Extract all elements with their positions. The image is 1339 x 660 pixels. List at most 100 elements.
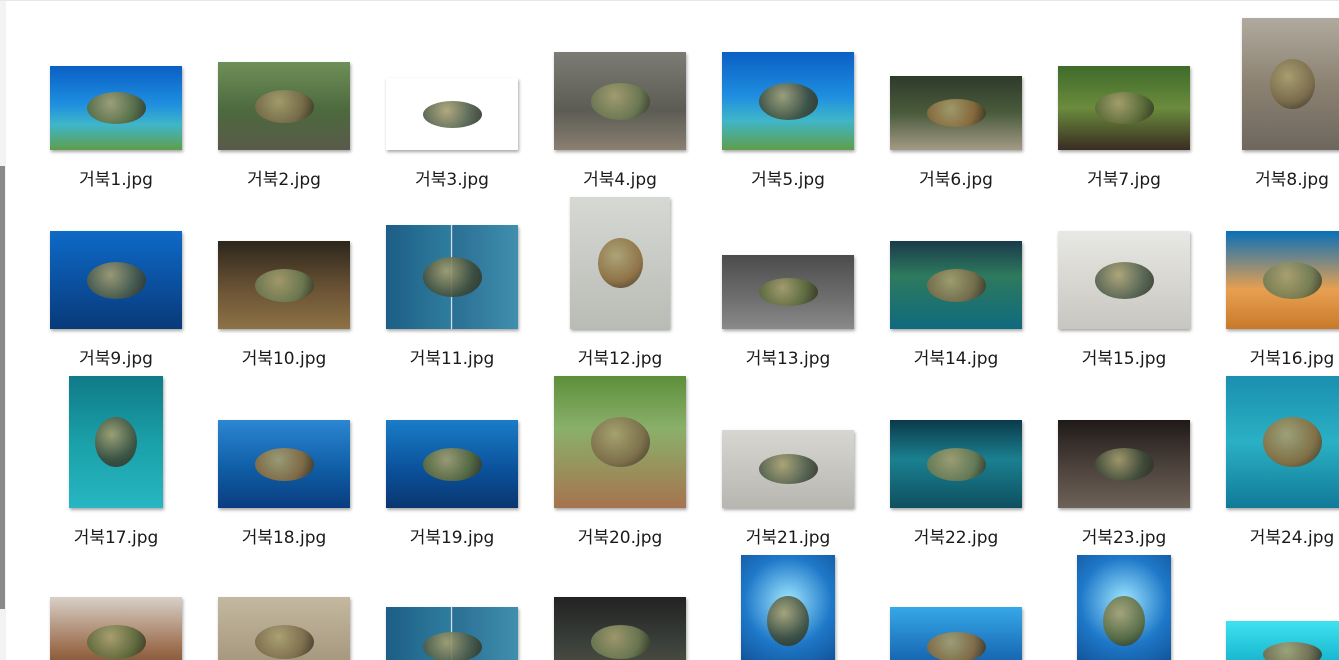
image-thumbnail[interactable] bbox=[554, 597, 686, 660]
image-thumbnail[interactable] bbox=[741, 555, 835, 660]
file-item[interactable]: 거북8.jpg bbox=[1208, 10, 1339, 190]
image-thumbnail[interactable] bbox=[386, 225, 518, 329]
file-item[interactable]: 거북23.jpg bbox=[1040, 368, 1208, 548]
file-name-label: 거북21.jpg bbox=[745, 528, 831, 548]
image-thumbnail[interactable] bbox=[218, 420, 350, 508]
file-name-label: 거북19.jpg bbox=[409, 528, 495, 548]
image-thumbnail[interactable] bbox=[69, 376, 163, 508]
scrollbar-thumb[interactable] bbox=[0, 166, 5, 609]
image-thumbnail[interactable] bbox=[218, 597, 350, 660]
file-item[interactable]: 거북20.jpg bbox=[536, 368, 704, 548]
image-thumbnail[interactable] bbox=[722, 52, 854, 150]
file-item[interactable]: 거북19.jpg bbox=[368, 368, 536, 548]
thumbnail-frame bbox=[32, 10, 200, 150]
turtle-shape bbox=[87, 92, 146, 124]
image-thumbnail[interactable] bbox=[218, 62, 350, 150]
file-item[interactable]: 거북7.jpg bbox=[1040, 10, 1208, 190]
image-thumbnail[interactable] bbox=[890, 241, 1022, 329]
thumbnail-frame bbox=[1208, 547, 1339, 660]
file-name-label: 거북2.jpg bbox=[247, 170, 321, 190]
image-thumbnail[interactable] bbox=[50, 66, 182, 150]
file-item[interactable] bbox=[1208, 547, 1339, 660]
file-item[interactable]: 거북4.jpg bbox=[536, 10, 704, 190]
thumbnail-frame bbox=[32, 547, 200, 660]
file-name-label: 거북22.jpg bbox=[913, 528, 999, 548]
vertical-scrollbar[interactable] bbox=[0, 1, 6, 660]
thumbnail-frame bbox=[368, 10, 536, 150]
file-item[interactable] bbox=[368, 547, 536, 660]
file-item[interactable] bbox=[872, 547, 1040, 660]
turtle-shape bbox=[591, 625, 650, 659]
file-item[interactable]: 거북5.jpg bbox=[704, 10, 872, 190]
file-item[interactable]: 거북1.jpg bbox=[32, 10, 200, 190]
file-item[interactable]: 거북14.jpg bbox=[872, 189, 1040, 369]
image-thumbnail[interactable] bbox=[218, 241, 350, 329]
image-thumbnail[interactable] bbox=[1226, 376, 1339, 508]
thumbnail-frame bbox=[200, 368, 368, 508]
file-item[interactable] bbox=[32, 547, 200, 660]
image-thumbnail[interactable] bbox=[554, 376, 686, 508]
image-thumbnail[interactable] bbox=[1058, 420, 1190, 508]
file-item[interactable]: 거북18.jpg bbox=[200, 368, 368, 548]
file-item[interactable]: 거북11.jpg bbox=[368, 189, 536, 369]
file-name-label: 거북12.jpg bbox=[577, 349, 663, 369]
thumbnail-frame bbox=[1040, 10, 1208, 150]
file-item[interactable]: 거북15.jpg bbox=[1040, 189, 1208, 369]
turtle-shape bbox=[1103, 596, 1145, 646]
file-item[interactable] bbox=[200, 547, 368, 660]
image-thumbnail[interactable] bbox=[570, 197, 670, 329]
file-item[interactable]: 거북3.jpg bbox=[368, 10, 536, 190]
file-name-label: 거북13.jpg bbox=[745, 349, 831, 369]
thumbnail-frame bbox=[872, 10, 1040, 150]
image-thumbnail[interactable] bbox=[386, 78, 518, 150]
file-item[interactable]: 거북17.jpg bbox=[32, 368, 200, 548]
file-item[interactable] bbox=[704, 547, 872, 660]
file-item[interactable]: 거북6.jpg bbox=[872, 10, 1040, 190]
image-thumbnail[interactable] bbox=[1058, 66, 1190, 150]
file-item[interactable]: 거북24.jpg bbox=[1208, 368, 1339, 548]
turtle-shape bbox=[1263, 262, 1322, 299]
thumbnail-frame bbox=[872, 189, 1040, 329]
file-item[interactable]: 거북2.jpg bbox=[200, 10, 368, 190]
turtle-shape bbox=[255, 625, 314, 659]
file-item[interactable]: 거북13.jpg bbox=[704, 189, 872, 369]
turtle-shape bbox=[423, 448, 482, 481]
image-thumbnail[interactable] bbox=[722, 255, 854, 329]
thumbnail-frame bbox=[1208, 368, 1339, 508]
image-thumbnail[interactable] bbox=[890, 420, 1022, 508]
image-thumbnail[interactable] bbox=[554, 52, 686, 150]
turtle-shape bbox=[591, 417, 650, 467]
turtle-shape bbox=[759, 278, 818, 306]
image-thumbnail[interactable] bbox=[1077, 555, 1171, 660]
file-item[interactable]: 거북21.jpg bbox=[704, 368, 872, 548]
thumbnail-frame bbox=[704, 189, 872, 329]
turtle-shape bbox=[927, 448, 986, 481]
image-thumbnail[interactable] bbox=[50, 597, 182, 660]
image-thumbnail[interactable] bbox=[890, 607, 1022, 660]
turtle-shape bbox=[1095, 262, 1154, 299]
image-thumbnail[interactable] bbox=[1226, 621, 1339, 660]
file-item[interactable]: 거북12.jpg bbox=[536, 189, 704, 369]
file-item[interactable]: 거북9.jpg bbox=[32, 189, 200, 369]
turtle-shape bbox=[255, 90, 314, 123]
image-thumbnail[interactable] bbox=[722, 430, 854, 508]
thumbnail-frame bbox=[872, 547, 1040, 660]
image-thumbnail[interactable] bbox=[1226, 231, 1339, 329]
file-item[interactable]: 거북16.jpg bbox=[1208, 189, 1339, 369]
turtle-shape bbox=[423, 101, 482, 128]
file-name-label: 거북6.jpg bbox=[919, 170, 993, 190]
thumbnail-frame bbox=[1040, 368, 1208, 508]
file-item[interactable] bbox=[536, 547, 704, 660]
file-item[interactable]: 거북10.jpg bbox=[200, 189, 368, 369]
image-thumbnail[interactable] bbox=[386, 607, 518, 660]
turtle-shape bbox=[927, 632, 986, 660]
file-item[interactable]: 거북22.jpg bbox=[872, 368, 1040, 548]
image-thumbnail[interactable] bbox=[386, 420, 518, 508]
file-item[interactable] bbox=[1040, 547, 1208, 660]
image-thumbnail[interactable] bbox=[1058, 231, 1190, 329]
image-thumbnail[interactable] bbox=[890, 76, 1022, 150]
file-name-label: 거북23.jpg bbox=[1081, 528, 1167, 548]
thumbnail-frame bbox=[1040, 189, 1208, 329]
image-thumbnail[interactable] bbox=[50, 231, 182, 329]
image-thumbnail[interactable] bbox=[1242, 18, 1339, 150]
